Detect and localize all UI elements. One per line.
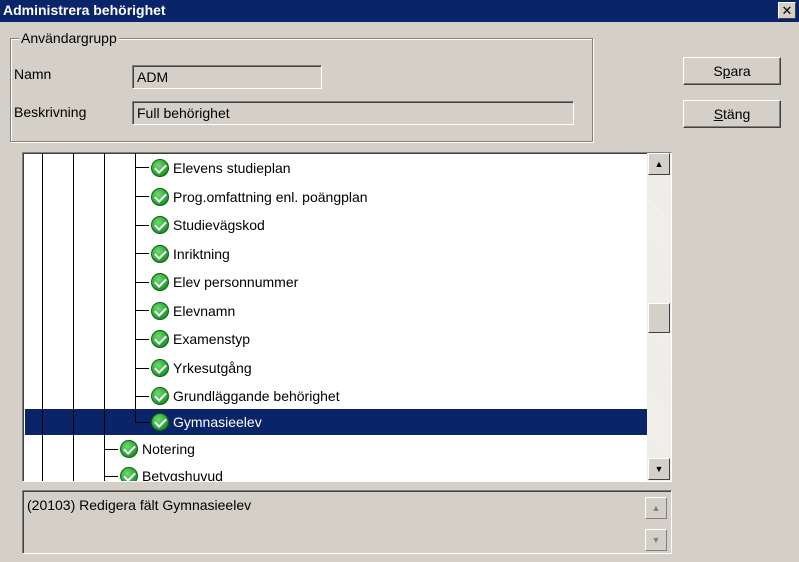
- tree-connector: [135, 422, 149, 423]
- arrow-down-icon: ▼: [651, 535, 661, 545]
- tree-item-label: Betygshuvud: [142, 468, 223, 481]
- save-label-part: S: [713, 63, 723, 79]
- close-button[interactable]: Stäng: [683, 100, 781, 128]
- tree-item-label: Notering: [142, 441, 195, 457]
- save-label-rest: ara: [730, 63, 751, 79]
- tree-connector: [135, 368, 149, 369]
- tree-connector: [135, 282, 149, 283]
- user-group-box: Användargrupp: [10, 30, 593, 142]
- scroll-thumb[interactable]: [648, 303, 670, 333]
- tree-connector: [135, 310, 149, 311]
- tree-item-selected[interactable]: Gymnasieelev: [151, 409, 262, 435]
- green-check-icon: [151, 330, 169, 348]
- green-check-icon: [151, 359, 169, 377]
- close-accelerator: S: [713, 106, 724, 122]
- tree-item[interactable]: Studievägskod: [151, 212, 265, 238]
- permission-tree[interactable]: Elevens studieplan Prog.omfattning enl. …: [22, 152, 672, 482]
- description-field[interactable]: Full behörighet: [132, 101, 574, 125]
- green-check-icon: [120, 440, 138, 458]
- green-check-icon: [151, 159, 169, 177]
- arrow-up-icon: ▲: [651, 503, 661, 513]
- tree-item[interactable]: Yrkesutgång: [151, 355, 252, 381]
- tree-item-label: Elevens studieplan: [173, 160, 291, 176]
- tree-line: [135, 153, 136, 423]
- tree-item[interactable]: Elev personnummer: [151, 269, 298, 295]
- green-check-icon: [151, 413, 169, 431]
- tree-item-label: Inriktning: [173, 246, 230, 262]
- tree-item[interactable]: Notering: [120, 436, 195, 462]
- window-title: Administrera behörighet: [3, 2, 166, 18]
- green-check-icon: [151, 216, 169, 234]
- tree-content: Elevens studieplan Prog.omfattning enl. …: [23, 153, 647, 481]
- name-field[interactable]: ADM: [132, 65, 322, 89]
- tree-line: [104, 153, 105, 481]
- green-check-icon: [151, 188, 169, 206]
- close-icon: ✕: [781, 3, 793, 18]
- arrow-down-icon: ▼: [654, 464, 664, 474]
- green-check-icon: [151, 245, 169, 263]
- tree-connector: [135, 225, 149, 226]
- tree-item-label: Studievägskod: [173, 217, 265, 233]
- green-check-icon: [120, 467, 138, 481]
- tree-scrollbar[interactable]: ▲ ▼: [647, 153, 671, 481]
- tree-item[interactable]: Grundläggande behörighet: [151, 383, 340, 409]
- tree-connector: [104, 476, 118, 477]
- selected-row-highlight: [25, 409, 647, 435]
- scroll-down-button[interactable]: ▼: [648, 458, 670, 480]
- tree-item-label: Prog.omfattning enl. poängplan: [173, 189, 368, 205]
- description-scrollbar: ▲ ▼: [645, 493, 667, 551]
- user-group-legend: Användargrupp: [19, 30, 119, 46]
- tree-item-label: Examenstyp: [173, 331, 251, 347]
- description-scroll-up-button: ▲: [645, 497, 667, 519]
- description-scroll-down-button: ▼: [645, 529, 667, 551]
- close-window-button[interactable]: ✕: [778, 2, 796, 19]
- description-label: Beskrivning: [14, 104, 87, 120]
- tree-connector: [135, 253, 149, 254]
- tree-item[interactable]: Examenstyp: [151, 326, 250, 352]
- tree-item-label: Grundläggande behörighet: [173, 388, 340, 404]
- close-label-rest: täng: [723, 106, 751, 122]
- tree-line: [42, 153, 43, 481]
- scroll-up-button[interactable]: ▲: [648, 153, 670, 175]
- permission-description-text: (20103) Redigera fält Gymnasieelev: [27, 497, 252, 513]
- save-button[interactable]: Spara: [683, 57, 781, 85]
- green-check-icon: [151, 302, 169, 320]
- title-bar: Administrera behörighet ✕: [0, 0, 799, 22]
- arrow-up-icon: ▲: [654, 159, 664, 169]
- green-check-icon: [151, 387, 169, 405]
- tree-connector: [135, 167, 149, 168]
- tree-connector: [135, 396, 149, 397]
- tree-item-label: Yrkesutgång: [173, 360, 252, 376]
- name-label: Namn: [14, 66, 52, 82]
- permission-description-box: (20103) Redigera fält Gymnasieelev ▲ ▼: [22, 490, 672, 554]
- tree-item[interactable]: Elevnamn: [151, 298, 235, 324]
- tree-item[interactable]: Prog.omfattning enl. poängplan: [151, 184, 368, 210]
- tree-item[interactable]: Elevens studieplan: [151, 155, 291, 181]
- tree-item-label: Elev personnummer: [173, 274, 299, 290]
- tree-item[interactable]: Inriktning: [151, 241, 230, 267]
- tree-connector: [135, 196, 149, 197]
- green-check-icon: [151, 273, 169, 291]
- tree-item-label: Elevnamn: [173, 303, 236, 319]
- tree-connector: [135, 339, 149, 340]
- tree-connector: [104, 449, 118, 450]
- tree-item[interactable]: Betygshuvud: [120, 463, 223, 481]
- tree-item-label: Gymnasieelev: [173, 414, 262, 430]
- tree-line: [73, 153, 74, 481]
